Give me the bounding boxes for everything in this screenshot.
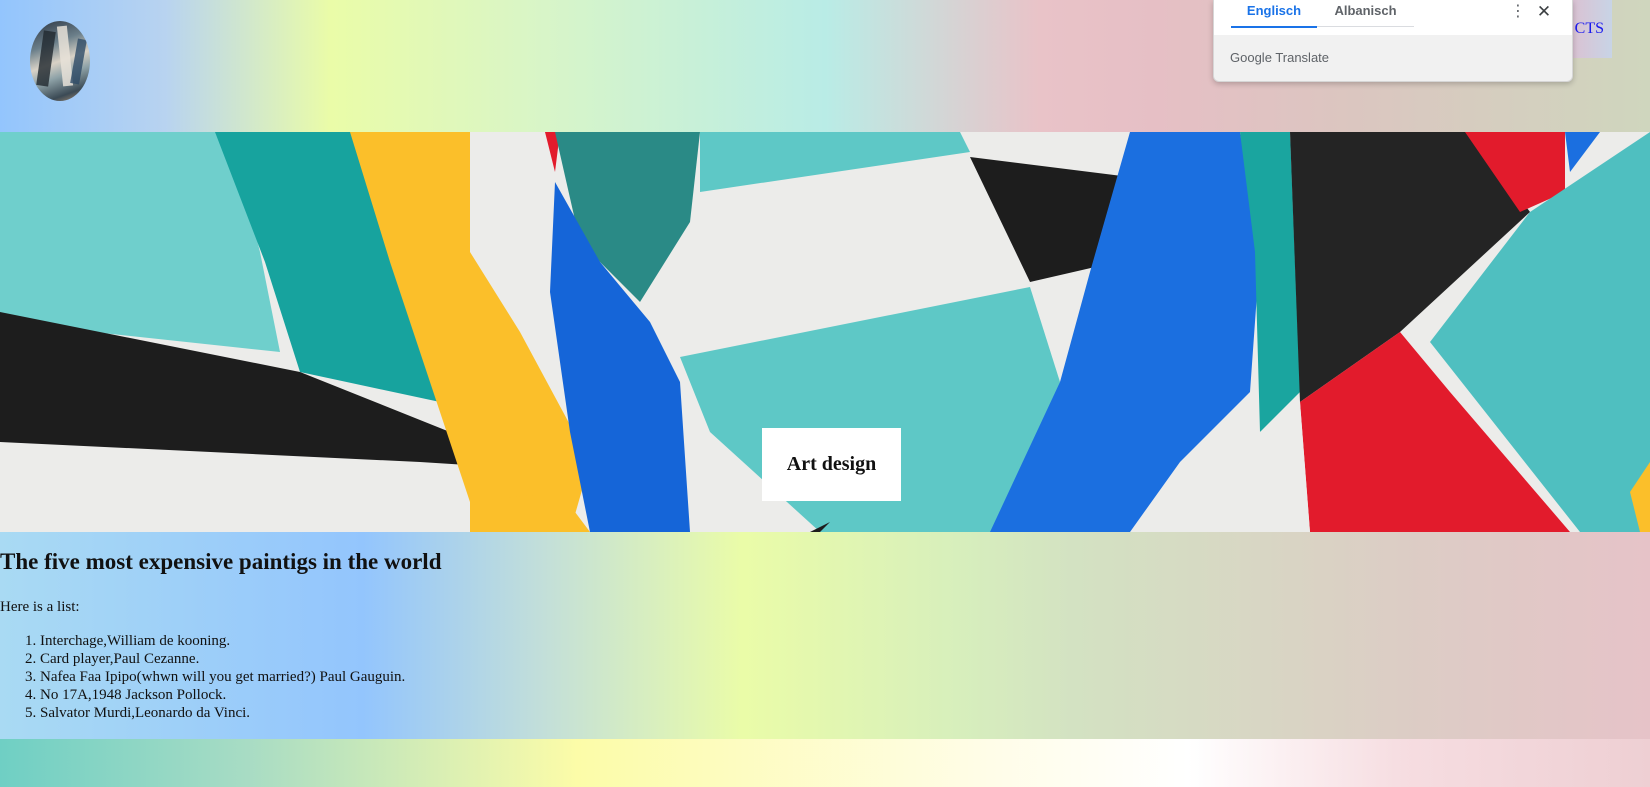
list-item: Nafea Faa Ipipo(whwn will you get marrie… [40,668,405,686]
main-content: The five most expensive paintigs in the … [0,532,1650,739]
translate-tabs-bar: Englisch Albanisch ⋮ ✕ [1214,0,1572,35]
brand-google: Google [1230,50,1272,65]
google-translate-popup: Englisch Albanisch ⋮ ✕ Google Translate [1213,0,1573,82]
more-vertical-icon[interactable]: ⋮ [1510,2,1526,22]
brand-translate: Translate [1275,50,1330,65]
tab-target-language[interactable]: Albanisch [1317,0,1414,27]
tab-source-language[interactable]: Englisch [1231,0,1317,28]
site-logo[interactable] [30,21,90,101]
paintings-list: Interchage,William de kooning. Card play… [0,632,405,722]
list-item: Salvator Murdi,Leonardo da Vinci. [40,704,405,722]
list-item: Interchage,William de kooning. [40,632,405,650]
intro-text: Here is a list: [0,599,80,615]
site-header: CTS Englisch Albanisch ⋮ ✕ Google Transl… [0,0,1650,132]
google-translate-brand: Google Translate [1230,50,1329,65]
close-icon[interactable]: ✕ [1534,1,1554,23]
list-item: No 17A,1948 Jackson Pollock. [40,686,405,704]
page-title: The five most expensive paintigs in the … [0,549,442,574]
hero-banner: Art design [0,132,1650,532]
list-item: Card player,Paul Cezanne. [40,650,405,668]
logo-stroke [70,38,87,85]
site-footer [0,739,1650,787]
hero-title: Art design [762,428,901,501]
logo-stroke [36,30,56,87]
